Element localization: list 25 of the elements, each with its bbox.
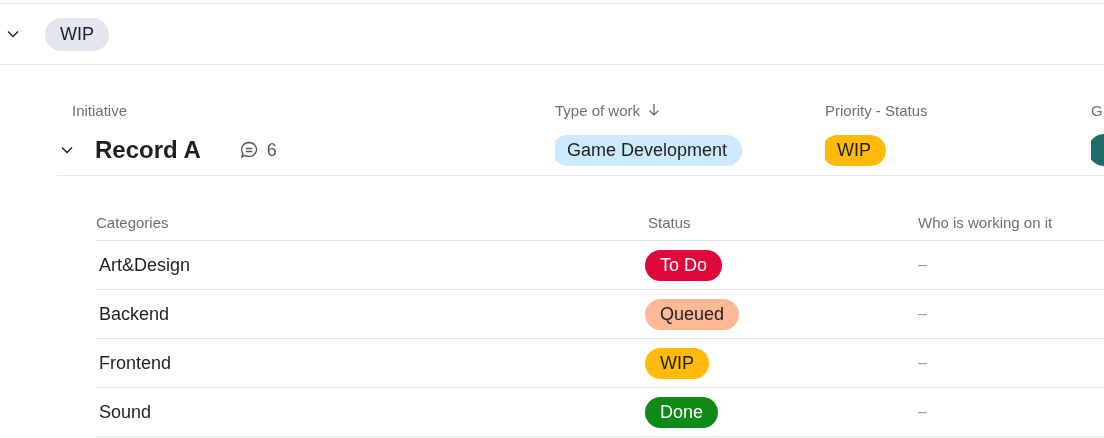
record-title[interactable]: Record A [95, 136, 201, 164]
column-header[interactable]: Who is working on it [918, 213, 1053, 231]
category-name: Backend [98, 303, 170, 325]
category-name: Art&Design [98, 254, 191, 276]
empty-value: – [918, 403, 927, 421]
empty-value: – [918, 354, 927, 372]
column-header[interactable]: Initiative [57, 101, 128, 119]
comment-icon [238, 140, 259, 160]
column-header[interactable]: G [1091, 101, 1103, 119]
priority-tag: WIP [825, 134, 886, 166]
status-tag: WIP [645, 347, 709, 379]
status-tag: Queued [645, 298, 740, 330]
column-header[interactable]: Priority - Status [825, 101, 928, 119]
column-header[interactable]: Status [645, 213, 691, 231]
category-name: Sound [98, 401, 152, 423]
column-header[interactable]: Categories [96, 213, 169, 231]
comment-count: 6 [266, 139, 277, 161]
status-tag: Done [645, 396, 719, 428]
status-tag: To Do [645, 249, 723, 281]
empty-value: – [918, 305, 927, 323]
category-name: Frontend [98, 352, 172, 374]
type-tag: Game Development [555, 134, 743, 166]
empty-value: – [918, 256, 927, 274]
group-tag: WIP [45, 17, 109, 51]
column-header[interactable]: Type of work [555, 101, 641, 119]
